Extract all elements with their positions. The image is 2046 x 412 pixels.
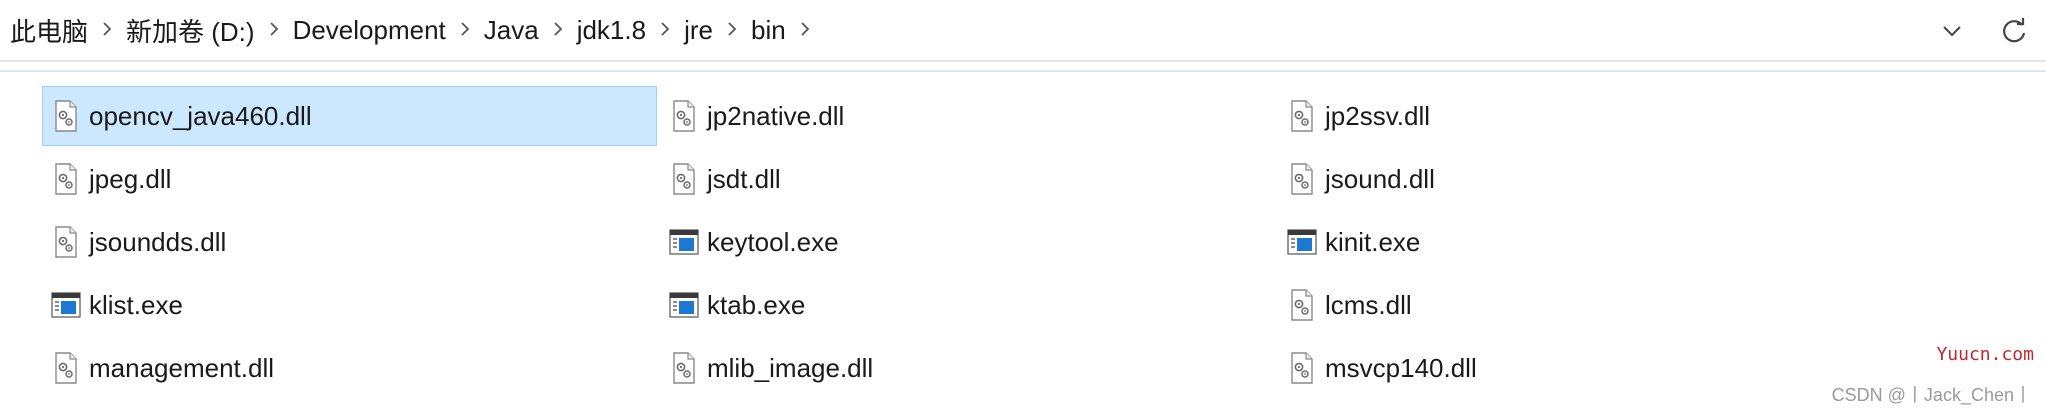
file-item[interactable]: msvcp140.dll: [1278, 338, 1893, 398]
file-item[interactable]: opencv_java460.dll: [42, 86, 657, 146]
file-name: msvcp140.dll: [1325, 352, 1477, 383]
chevron-right-icon[interactable]: [543, 17, 573, 43]
dll-file-icon: [51, 351, 81, 385]
file-name: lcms.dll: [1325, 289, 1412, 320]
divider: [0, 70, 2046, 72]
breadcrumb-item[interactable]: 新加卷 (D:): [122, 12, 259, 49]
address-bar[interactable]: 此电脑 新加卷 (D:) Development Java jdk1.8 jre bin: [0, 0, 2046, 62]
file-name: jp2native.dll: [707, 100, 845, 131]
file-item[interactable]: lcms.dll: [1278, 275, 1893, 335]
file-name: jsdt.dll: [707, 163, 781, 194]
breadcrumb-item[interactable]: Java: [480, 15, 543, 46]
dll-file-icon: [1287, 99, 1317, 133]
file-name: jsoundds.dll: [89, 226, 227, 257]
exe-file-icon: [51, 288, 81, 322]
file-explorer-window: 此电脑 新加卷 (D:) Development Java jdk1.8 jre bin o…: [0, 0, 2046, 412]
chevron-right-icon[interactable]: [450, 17, 480, 43]
file-item[interactable]: jp2native.dll: [660, 86, 1275, 146]
dll-file-icon: [1287, 162, 1317, 196]
refresh-icon[interactable]: [1994, 11, 2034, 51]
dll-file-icon: [51, 99, 81, 133]
file-item[interactable]: ktab.exe: [660, 275, 1275, 335]
file-name: management.dll: [89, 352, 274, 383]
file-item[interactable]: keytool.exe: [660, 212, 1275, 272]
breadcrumb-item[interactable]: bin: [747, 15, 790, 46]
chevron-right-icon[interactable]: [717, 17, 747, 43]
file-name: ktab.exe: [707, 289, 806, 320]
breadcrumb-item[interactable]: jdk1.8: [573, 15, 650, 46]
breadcrumb-item[interactable]: 此电脑: [6, 12, 92, 49]
file-name: mlib_image.dll: [707, 352, 874, 383]
dll-file-icon: [669, 351, 699, 385]
file-name: klist.exe: [89, 289, 183, 320]
exe-file-icon: [669, 288, 699, 322]
chevron-right-icon[interactable]: [92, 17, 122, 43]
exe-file-icon: [1287, 225, 1317, 259]
file-name: jpeg.dll: [89, 163, 172, 194]
chevron-right-icon[interactable]: [650, 17, 680, 43]
breadcrumb-item[interactable]: Development: [289, 15, 450, 46]
file-name: jp2ssv.dll: [1325, 100, 1431, 131]
watermark-author: CSDN @丨Jack_Chen丨: [1831, 385, 2032, 405]
file-name: jsound.dll: [1325, 163, 1435, 194]
breadcrumb-item[interactable]: jre: [680, 15, 717, 46]
file-item[interactable]: klist.exe: [42, 275, 657, 335]
dll-file-icon: [669, 99, 699, 133]
file-item[interactable]: jp2ssv.dll: [1278, 86, 1893, 146]
dll-file-icon: [51, 162, 81, 196]
file-name: opencv_java460.dll: [89, 100, 312, 131]
file-name: keytool.exe: [707, 226, 839, 257]
watermark-site: Yuucn.com: [1936, 344, 2034, 365]
breadcrumb: 此电脑 新加卷 (D:) Development Java jdk1.8 jre bin: [0, 0, 820, 61]
chevron-down-icon[interactable]: [1932, 11, 1972, 51]
address-bar-controls: [1932, 0, 2046, 62]
dll-file-icon: [1287, 288, 1317, 322]
dll-file-icon: [51, 225, 81, 259]
file-item[interactable]: jsoundds.dll: [42, 212, 657, 272]
file-item[interactable]: jpeg.dll: [42, 149, 657, 209]
chevron-right-icon[interactable]: [790, 17, 820, 43]
file-item[interactable]: management.dll: [42, 338, 657, 398]
file-item[interactable]: kinit.exe: [1278, 212, 1893, 272]
exe-file-icon: [669, 225, 699, 259]
chevron-right-icon[interactable]: [259, 17, 289, 43]
dll-file-icon: [1287, 351, 1317, 385]
dll-file-icon: [669, 162, 699, 196]
file-item[interactable]: mlib_image.dll: [660, 338, 1275, 398]
file-name: kinit.exe: [1325, 226, 1421, 257]
file-list: opencv_java460.dll jp2native.dll jp2ssv.dl…: [42, 86, 1982, 398]
file-item[interactable]: jsdt.dll: [660, 149, 1275, 209]
file-item[interactable]: jsound.dll: [1278, 149, 1893, 209]
